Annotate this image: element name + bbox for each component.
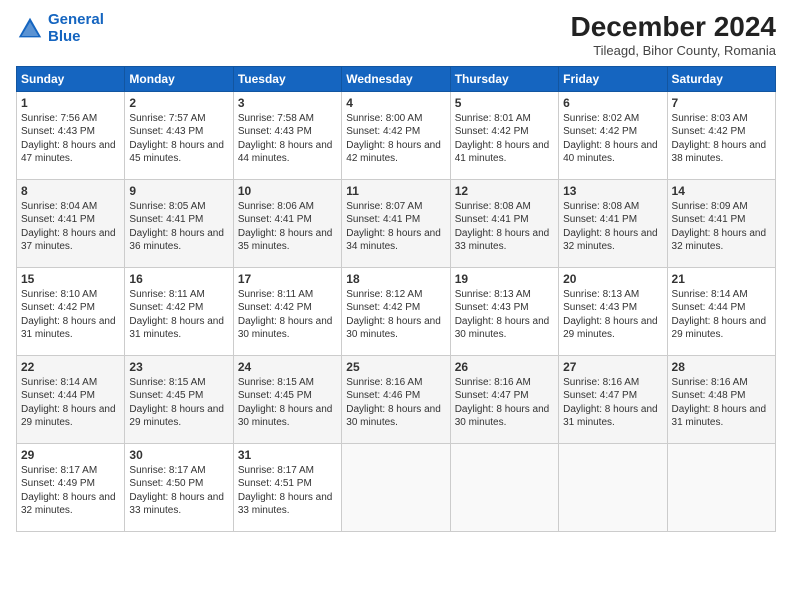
day-number: 26 [455, 359, 554, 375]
col-header-friday: Friday [559, 66, 667, 91]
day-cell: 2Sunrise: 7:57 AMSunset: 4:43 PMDaylight… [125, 91, 233, 179]
day-cell [667, 443, 775, 531]
day-number: 3 [238, 95, 337, 111]
main-title: December 2024 [571, 12, 776, 43]
day-cell: 6Sunrise: 8:02 AMSunset: 4:42 PMDaylight… [559, 91, 667, 179]
day-number: 23 [129, 359, 228, 375]
calendar-table: SundayMondayTuesdayWednesdayThursdayFrid… [16, 66, 776, 532]
col-header-thursday: Thursday [450, 66, 558, 91]
col-header-tuesday: Tuesday [233, 66, 341, 91]
logo-line2: Blue [48, 28, 81, 45]
day-cell: 26Sunrise: 8:16 AMSunset: 4:47 PMDayligh… [450, 355, 558, 443]
title-block: December 2024 Tileagd, Bihor County, Rom… [571, 12, 776, 58]
day-cell: 14Sunrise: 8:09 AMSunset: 4:41 PMDayligh… [667, 179, 775, 267]
day-number: 24 [238, 359, 337, 375]
day-number: 17 [238, 271, 337, 287]
day-cell: 24Sunrise: 8:15 AMSunset: 4:45 PMDayligh… [233, 355, 341, 443]
col-header-monday: Monday [125, 66, 233, 91]
day-cell: 12Sunrise: 8:08 AMSunset: 4:41 PMDayligh… [450, 179, 558, 267]
day-number: 12 [455, 183, 554, 199]
day-number: 29 [21, 447, 120, 463]
week-row-1: 1Sunrise: 7:56 AMSunset: 4:43 PMDaylight… [17, 91, 776, 179]
day-number: 5 [455, 95, 554, 111]
day-cell: 15Sunrise: 8:10 AMSunset: 4:42 PMDayligh… [17, 267, 125, 355]
day-cell: 25Sunrise: 8:16 AMSunset: 4:46 PMDayligh… [342, 355, 450, 443]
logo-text: General Blue [48, 12, 104, 45]
header-row: SundayMondayTuesdayWednesdayThursdayFrid… [17, 66, 776, 91]
day-cell: 22Sunrise: 8:14 AMSunset: 4:44 PMDayligh… [17, 355, 125, 443]
day-number: 11 [346, 183, 445, 199]
day-cell: 16Sunrise: 8:11 AMSunset: 4:42 PMDayligh… [125, 267, 233, 355]
day-number: 6 [563, 95, 662, 111]
page: General Blue December 2024 Tileagd, Biho… [0, 0, 792, 612]
week-row-2: 8Sunrise: 8:04 AMSunset: 4:41 PMDaylight… [17, 179, 776, 267]
day-number: 1 [21, 95, 120, 111]
day-number: 22 [21, 359, 120, 375]
day-number: 15 [21, 271, 120, 287]
day-cell: 17Sunrise: 8:11 AMSunset: 4:42 PMDayligh… [233, 267, 341, 355]
day-number: 2 [129, 95, 228, 111]
subtitle: Tileagd, Bihor County, Romania [571, 43, 776, 58]
day-cell [559, 443, 667, 531]
day-number: 20 [563, 271, 662, 287]
logo-icon [16, 15, 44, 43]
day-cell: 4Sunrise: 8:00 AMSunset: 4:42 PMDaylight… [342, 91, 450, 179]
day-cell: 10Sunrise: 8:06 AMSunset: 4:41 PMDayligh… [233, 179, 341, 267]
day-cell: 9Sunrise: 8:05 AMSunset: 4:41 PMDaylight… [125, 179, 233, 267]
day-number: 4 [346, 95, 445, 111]
day-cell: 28Sunrise: 8:16 AMSunset: 4:48 PMDayligh… [667, 355, 775, 443]
day-cell: 18Sunrise: 8:12 AMSunset: 4:42 PMDayligh… [342, 267, 450, 355]
day-number: 13 [563, 183, 662, 199]
day-number: 16 [129, 271, 228, 287]
day-cell: 1Sunrise: 7:56 AMSunset: 4:43 PMDaylight… [17, 91, 125, 179]
day-number: 21 [672, 271, 771, 287]
day-number: 10 [238, 183, 337, 199]
day-number: 8 [21, 183, 120, 199]
day-number: 18 [346, 271, 445, 287]
logo-line1: General [48, 11, 104, 28]
day-cell: 11Sunrise: 8:07 AMSunset: 4:41 PMDayligh… [342, 179, 450, 267]
day-cell: 27Sunrise: 8:16 AMSunset: 4:47 PMDayligh… [559, 355, 667, 443]
day-cell: 7Sunrise: 8:03 AMSunset: 4:42 PMDaylight… [667, 91, 775, 179]
day-cell: 30Sunrise: 8:17 AMSunset: 4:50 PMDayligh… [125, 443, 233, 531]
day-cell: 8Sunrise: 8:04 AMSunset: 4:41 PMDaylight… [17, 179, 125, 267]
col-header-wednesday: Wednesday [342, 66, 450, 91]
day-cell: 3Sunrise: 7:58 AMSunset: 4:43 PMDaylight… [233, 91, 341, 179]
logo: General Blue [16, 12, 104, 45]
day-number: 28 [672, 359, 771, 375]
day-cell: 29Sunrise: 8:17 AMSunset: 4:49 PMDayligh… [17, 443, 125, 531]
day-cell: 13Sunrise: 8:08 AMSunset: 4:41 PMDayligh… [559, 179, 667, 267]
week-row-4: 22Sunrise: 8:14 AMSunset: 4:44 PMDayligh… [17, 355, 776, 443]
day-cell: 21Sunrise: 8:14 AMSunset: 4:44 PMDayligh… [667, 267, 775, 355]
day-number: 25 [346, 359, 445, 375]
day-number: 27 [563, 359, 662, 375]
day-cell: 23Sunrise: 8:15 AMSunset: 4:45 PMDayligh… [125, 355, 233, 443]
day-number: 9 [129, 183, 228, 199]
col-header-saturday: Saturday [667, 66, 775, 91]
header: General Blue December 2024 Tileagd, Biho… [16, 12, 776, 58]
day-number: 31 [238, 447, 337, 463]
day-number: 30 [129, 447, 228, 463]
day-number: 14 [672, 183, 771, 199]
day-cell: 31Sunrise: 8:17 AMSunset: 4:51 PMDayligh… [233, 443, 341, 531]
week-row-3: 15Sunrise: 8:10 AMSunset: 4:42 PMDayligh… [17, 267, 776, 355]
day-number: 19 [455, 271, 554, 287]
day-cell [450, 443, 558, 531]
day-cell: 20Sunrise: 8:13 AMSunset: 4:43 PMDayligh… [559, 267, 667, 355]
day-cell: 5Sunrise: 8:01 AMSunset: 4:42 PMDaylight… [450, 91, 558, 179]
week-row-5: 29Sunrise: 8:17 AMSunset: 4:49 PMDayligh… [17, 443, 776, 531]
day-number: 7 [672, 95, 771, 111]
col-header-sunday: Sunday [17, 66, 125, 91]
day-cell: 19Sunrise: 8:13 AMSunset: 4:43 PMDayligh… [450, 267, 558, 355]
day-cell [342, 443, 450, 531]
